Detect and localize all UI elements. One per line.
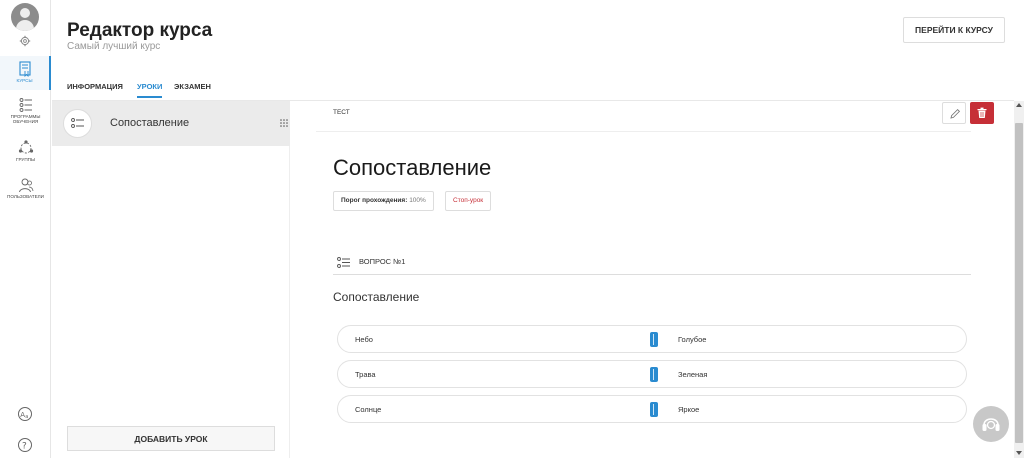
threshold-badge: Порог прохождения: 100% (333, 191, 434, 211)
users-icon (18, 178, 33, 193)
question-header: ВОПРОС №1 (333, 254, 971, 275)
nav-label-users: ПОЛЬЗОВАТЕЛИ (7, 194, 44, 199)
test-list-icon (71, 118, 84, 128)
pair-left-text: Солнце (355, 405, 382, 414)
pair-right-text: Голубое (678, 335, 707, 344)
user-avatar[interactable] (11, 3, 39, 31)
threshold-label: Порог прохождения: (341, 197, 408, 204)
lesson-type-badge (63, 109, 92, 138)
avatar-head (20, 8, 30, 18)
scroll-down-arrow-icon[interactable] (1016, 451, 1022, 455)
page-subtitle: Самый лучший курс (67, 41, 161, 52)
test-list-icon (337, 257, 350, 268)
edit-button[interactable] (942, 102, 966, 124)
lesson-type-label: ТЕСТ (333, 109, 350, 116)
support-chat-button[interactable] (973, 406, 1009, 442)
help-icon[interactable]: ? (17, 437, 33, 453)
threshold-value: 100% (409, 197, 426, 204)
pair-right-text: Зеленая (678, 370, 708, 379)
go-to-course-button[interactable]: ПЕРЕЙТИ К КУРСУ (903, 17, 1005, 43)
lesson-list-item[interactable]: Сопоставление (52, 101, 290, 146)
add-lesson-button[interactable]: ДОБАВИТЬ УРОК (67, 426, 275, 451)
nav-item-courses[interactable]: КУРСЫ (0, 56, 51, 90)
question-title: Сопоставление (333, 290, 420, 304)
pair-drag-handle[interactable] (650, 367, 658, 382)
scroll-up-arrow-icon[interactable] (1016, 103, 1022, 107)
lesson-list-item-title: Сопоставление (110, 117, 190, 129)
nav-item-programs[interactable]: ПРОГРАММЫ ОБУЧЕНИЯ (0, 97, 51, 131)
nav-label-groups: ГРУППЫ (15, 157, 36, 162)
trash-icon (977, 107, 987, 118)
nav-item-groups[interactable]: ГРУППЫ (0, 140, 51, 170)
nav-label-programs: ПРОГРАММЫ ОБУЧЕНИЯ (10, 114, 41, 124)
gear-icon[interactable] (19, 35, 31, 47)
tab-information[interactable]: ИНФОРМАЦИЯ (67, 82, 123, 96)
tab-lessons[interactable]: УРОКИ (137, 82, 163, 98)
svg-text:a: a (25, 414, 28, 420)
matching-pair: Небо Голубое (337, 325, 967, 353)
pair-drag-handle[interactable] (650, 332, 658, 347)
side-nav: КУРСЫ ПРОГРАММЫ ОБУЧЕНИЯ ГРУППЫ ПОЛЬЗОВА… (0, 0, 51, 458)
matching-pair: Трава Зеленая (337, 360, 967, 388)
content-scrollbar[interactable] (1014, 101, 1024, 458)
lesson-type-bar: ТЕСТ (316, 101, 994, 132)
groups-icon (18, 140, 33, 154)
translate-icon[interactable]: A a (17, 406, 33, 422)
pair-right-text: Яркое (678, 405, 700, 414)
avatar-body (16, 20, 34, 31)
drag-handle-icon[interactable] (280, 119, 288, 127)
headset-icon (982, 418, 1000, 431)
pair-left-text: Трава (355, 370, 376, 379)
svg-text:?: ? (22, 442, 27, 452)
tab-exam[interactable]: ЭКЗАМЕН (174, 82, 211, 96)
pencil-icon (950, 108, 961, 119)
nav-item-users[interactable]: ПОЛЬЗОВАТЕЛИ (0, 177, 51, 207)
question-number: ВОПРОС №1 (359, 257, 406, 266)
matching-pair: Солнце Яркое (337, 395, 967, 423)
pair-left-text: Небо (355, 335, 373, 344)
pair-drag-handle[interactable] (650, 402, 658, 417)
list-icon (19, 98, 32, 112)
lesson-content: ТЕСТ Сопоставление Порог прохождения: 10… (291, 101, 1014, 458)
course-book-icon (18, 61, 31, 77)
lessons-panel: Сопоставление ДОБАВИТЬ УРОК (52, 101, 290, 458)
page-title: Редактор курса (67, 20, 213, 41)
nav-label-courses: КУРСЫ (16, 78, 33, 83)
lesson-title: Сопоставление (333, 155, 492, 180)
stop-lesson-badge[interactable]: Стоп-урок (445, 191, 492, 211)
scroll-thumb[interactable] (1015, 123, 1023, 443)
delete-button[interactable] (970, 102, 994, 124)
